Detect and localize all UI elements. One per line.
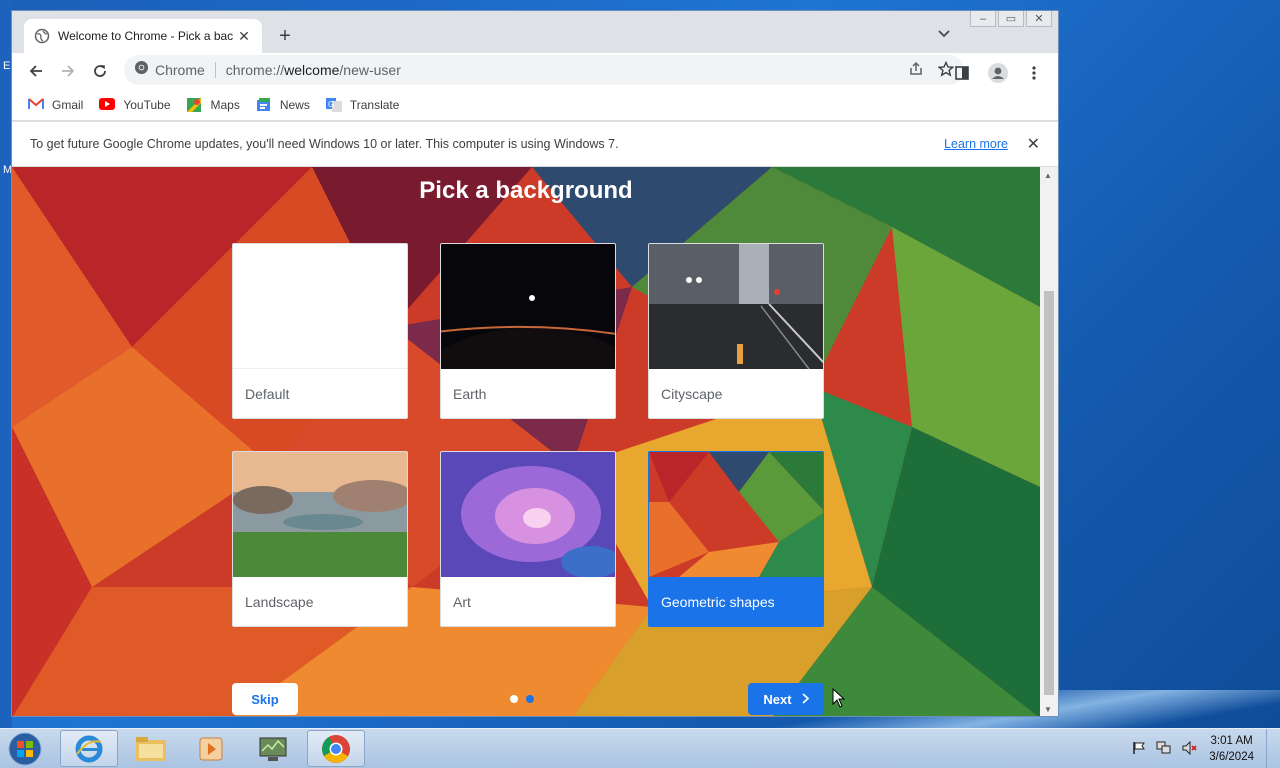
bookmark-youtube[interactable]: YouTube <box>99 97 171 112</box>
media-player-icon[interactable] <box>182 730 240 767</box>
next-button[interactable]: Next <box>748 683 824 715</box>
background-option-cityscape[interactable]: Cityscape <box>648 243 824 419</box>
close-window-button[interactable]: ✕ <box>1026 11 1052 27</box>
forward-arrow-icon[interactable] <box>52 55 84 87</box>
start-orb-icon[interactable] <box>6 731 46 767</box>
side-panel-icon[interactable] <box>946 57 978 89</box>
earth-preview <box>441 244 615 418</box>
clock[interactable]: 3:01 AM 3/6/2024 <box>1209 733 1254 765</box>
welcome-page: Pick a background Default Earth Cityscap… <box>12 167 1040 716</box>
svg-text:G: G <box>328 100 334 109</box>
page-dot-active[interactable] <box>526 695 534 703</box>
clock-time: 3:01 AM <box>1210 735 1253 747</box>
toolbar: Chrome chrome://welcome/new-user <box>12 53 1058 89</box>
profile-avatar-icon[interactable] <box>982 57 1014 89</box>
page-dot[interactable] <box>510 695 518 703</box>
tab-welcome[interactable]: Welcome to Chrome - Pick a bac ✕ <box>24 19 262 53</box>
tab-search-chevron-icon[interactable] <box>938 27 950 41</box>
art-preview <box>441 452 615 578</box>
gmail-icon <box>28 97 44 112</box>
close-tab-icon[interactable]: ✕ <box>236 28 252 45</box>
show-desktop-button[interactable] <box>1266 729 1280 768</box>
action-center-flag-icon[interactable] <box>1132 741 1146 758</box>
window-controls: – ▭ ✕ <box>970 11 1052 27</box>
clock-date: 3/6/2024 <box>1209 751 1254 763</box>
bookmark-maps[interactable]: Maps <box>186 97 240 112</box>
minimize-button[interactable]: – <box>970 11 996 27</box>
browser-window: Welcome to Chrome - Pick a bac ✕ + – ▭ ✕… <box>11 10 1059 717</box>
system-tray <box>1132 740 1198 758</box>
background-option-default[interactable]: Default <box>232 243 408 419</box>
reload-icon[interactable] <box>84 55 116 87</box>
internet-explorer-icon[interactable] <box>60 730 118 767</box>
bookmark-news[interactable]: News <box>256 97 310 112</box>
more-menu-icon[interactable] <box>1018 57 1050 89</box>
bookmarks-bar: Gmail YouTube Maps News G Translate <box>12 89 1058 121</box>
tab-strip: Welcome to Chrome - Pick a bac ✕ + <box>12 11 1058 53</box>
infobar-close-icon[interactable]: ✕ <box>1027 134 1040 154</box>
network-icon[interactable] <box>1156 741 1172 758</box>
background-option-landscape[interactable]: Landscape <box>232 451 408 627</box>
mouse-cursor-icon <box>832 687 846 713</box>
share-icon[interactable] <box>908 61 924 82</box>
page-title: Pick a background <box>419 177 633 204</box>
background-option-art[interactable]: Art <box>440 451 616 627</box>
file-explorer-icon[interactable] <box>122 730 180 767</box>
chevron-right-icon <box>801 692 809 707</box>
skip-button[interactable]: Skip <box>232 683 298 715</box>
scroll-up-icon[interactable]: ▲ <box>1044 171 1052 180</box>
back-arrow-icon[interactable] <box>20 55 52 87</box>
maps-icon <box>186 97 203 112</box>
landscape-preview <box>233 452 407 577</box>
news-icon <box>256 97 272 112</box>
background-option-earth[interactable]: Earth <box>440 243 616 419</box>
restore-button[interactable]: ▭ <box>998 11 1024 27</box>
address-bar[interactable]: Chrome chrome://welcome/new-user <box>124 55 964 85</box>
tab-title: Welcome to Chrome - Pick a bac <box>58 29 233 43</box>
default-preview <box>233 244 407 369</box>
learn-more-link[interactable]: Learn more <box>944 137 1008 151</box>
omnibox-chip-label: Chrome <box>155 62 216 78</box>
globe-icon <box>34 28 50 44</box>
cityscape-preview <box>649 244 823 370</box>
chrome-taskbar-icon[interactable] <box>307 730 365 767</box>
background-option-geometric-shapes[interactable]: Geometric shapes <box>648 451 824 627</box>
scroll-down-icon[interactable]: ▼ <box>1044 705 1052 714</box>
windows7-infobar: To get future Google Chrome updates, you… <box>12 122 1058 167</box>
scroll-thumb[interactable] <box>1044 291 1054 695</box>
translate-icon: G <box>325 97 342 112</box>
url-text: chrome://welcome/new-user <box>225 62 401 78</box>
volume-muted-icon[interactable] <box>1182 740 1198 758</box>
youtube-icon <box>99 97 116 112</box>
geometric-preview <box>649 452 823 577</box>
system-monitor-icon[interactable] <box>244 730 302 767</box>
infobar-message: To get future Google Chrome updates, you… <box>30 137 619 151</box>
desktop-fragment: E <box>3 60 11 72</box>
taskbar: 3:01 AM 3/6/2024 <box>0 728 1280 768</box>
page-scrollbar[interactable]: ▲ ▼ <box>1040 167 1058 716</box>
bookmark-gmail[interactable]: Gmail <box>28 97 83 112</box>
bookmark-translate[interactable]: G Translate <box>325 97 399 112</box>
new-tab-button[interactable]: + <box>274 25 296 47</box>
chrome-logo-icon <box>134 60 149 80</box>
page-indicator <box>510 695 534 703</box>
